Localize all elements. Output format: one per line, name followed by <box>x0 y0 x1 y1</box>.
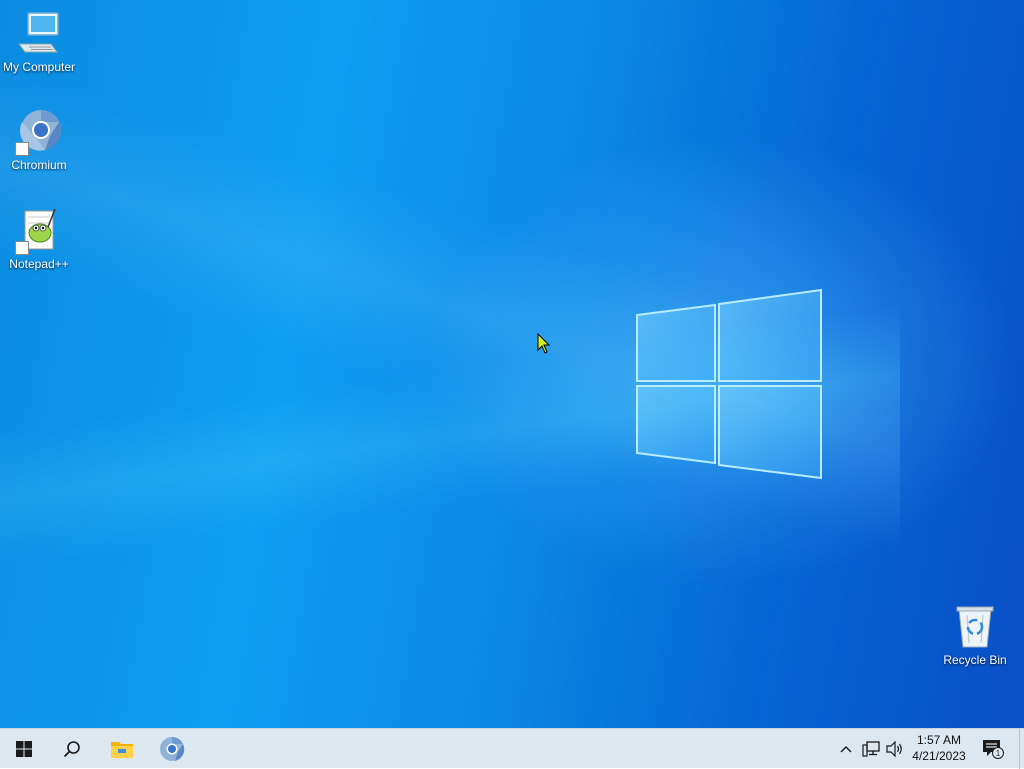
taskbar-chromium-button[interactable] <box>148 729 196 769</box>
clock[interactable]: 1:57 AM 4/21/2023 <box>906 732 972 764</box>
recycle-bin-icon <box>951 603 999 651</box>
desktop-icon-chromium[interactable]: Chromium <box>0 108 78 172</box>
windows-logo-wallpaper <box>636 288 822 480</box>
action-center-button[interactable]: 1 <box>978 729 1008 769</box>
windows-start-icon <box>16 741 32 757</box>
chevron-up-icon <box>840 746 852 753</box>
clock-time: 1:57 AM <box>916 733 962 747</box>
folder-icon <box>111 742 133 758</box>
desktop-icon-label: Recycle Bin <box>943 653 1007 667</box>
clock-date: 4/21/2023 <box>912 749 966 763</box>
mouse-cursor-icon <box>537 333 551 354</box>
desktop-icon-label: Notepad++ <box>9 257 69 271</box>
desktop-icon-label: Chromium <box>11 158 67 172</box>
start-button[interactable] <box>0 729 48 769</box>
tray-overflow-button[interactable] <box>836 729 856 769</box>
action-center-icon: 1 <box>983 740 1004 759</box>
chromium-icon <box>15 108 63 156</box>
desktop-icon-recycle-bin[interactable]: Recycle Bin <box>936 603 1014 667</box>
desktop-icon-notepad-plus-plus[interactable]: Notepad++ <box>0 207 78 271</box>
show-desktop-button[interactable] <box>1019 729 1024 769</box>
notification-count: 1 <box>996 749 1001 758</box>
shortcut-arrow-icon <box>15 142 29 156</box>
chromium-icon <box>160 736 185 761</box>
network-button[interactable] <box>860 729 882 769</box>
search-icon <box>63 741 80 758</box>
desktop-icon-label: My Computer <box>2 60 76 74</box>
desktop-icon-my-computer[interactable]: My Computer <box>0 10 78 74</box>
notepad-plus-plus-icon <box>15 207 63 255</box>
network-icon <box>862 741 880 757</box>
taskbar: 1:57 AM 4/21/2023 1 <box>0 728 1024 769</box>
shortcut-arrow-icon <box>15 241 29 255</box>
computer-icon <box>15 10 63 58</box>
taskbar-file-explorer-button[interactable] <box>98 729 146 769</box>
volume-button[interactable] <box>884 729 906 769</box>
desktop-background[interactable]: My Computer Chromium Notepad++ Recycle B… <box>0 0 1024 728</box>
search-button[interactable] <box>48 729 96 769</box>
volume-icon <box>886 741 902 757</box>
